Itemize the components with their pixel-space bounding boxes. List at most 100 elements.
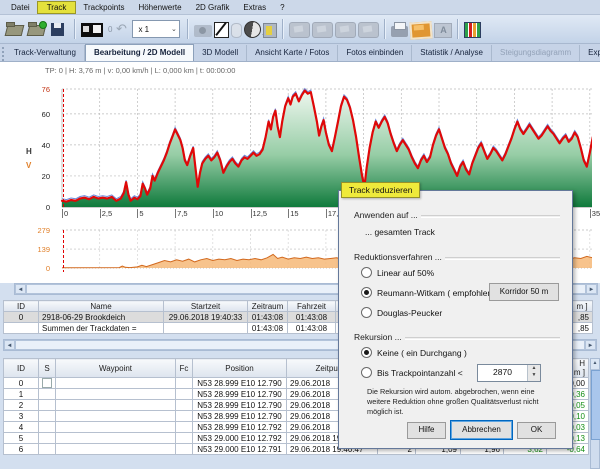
- track-tool-icon[interactable]: [81, 23, 103, 37]
- table-cell[interactable]: [176, 444, 193, 455]
- column-header[interactable]: Startzeit: [164, 301, 248, 312]
- duplicate-icon[interactable]: [358, 22, 379, 38]
- table-cell[interactable]: Summen der Trackdaten =: [39, 323, 164, 334]
- table-cell[interactable]: N53 29.000 E10 12.792: [193, 433, 287, 444]
- menu-item-2d-grafik[interactable]: 2D Grafik: [189, 2, 237, 13]
- scroll-left-icon[interactable]: ◄: [4, 340, 15, 350]
- chart-export-icon[interactable]: [464, 22, 481, 38]
- table-cell[interactable]: 2918-06-29 Brookdeich: [39, 312, 164, 323]
- table-cell[interactable]: [176, 378, 193, 389]
- korridor-button[interactable]: Korridor 50 m: [489, 283, 559, 301]
- column-header[interactable]: Zeitraum: [248, 301, 288, 312]
- column-header[interactable]: ID: [4, 359, 39, 378]
- radio-linear[interactable]: Linear auf 50%: [361, 267, 434, 278]
- print-icon[interactable]: [391, 26, 408, 37]
- cylinder-icon[interactable]: [231, 23, 242, 38]
- camera-icon[interactable]: [194, 25, 212, 37]
- radio-douglas[interactable]: Douglas-Peucker: [361, 307, 442, 318]
- tab-3d-modell[interactable]: 3D Modell: [194, 45, 247, 61]
- tab-steigungsdiagramm[interactable]: Steigungsdiagramm: [492, 45, 580, 61]
- table-cell[interactable]: 3: [4, 411, 39, 422]
- table-cell[interactable]: [56, 433, 176, 444]
- table-cell[interactable]: [56, 389, 176, 400]
- ok-button[interactable]: OK: [517, 422, 556, 439]
- selection-checkbox[interactable]: [42, 378, 52, 388]
- column-header[interactable]: Fc: [176, 359, 193, 378]
- table-vertical-scrollbar[interactable]: ▲: [590, 358, 600, 469]
- report-icon[interactable]: A: [434, 23, 452, 38]
- table-cell[interactable]: [56, 444, 176, 455]
- radio-selected-icon[interactable]: [361, 347, 372, 358]
- cut-icon[interactable]: [289, 22, 310, 38]
- photos-icon[interactable]: [410, 21, 433, 39]
- open-file-icon[interactable]: [5, 21, 25, 38]
- tab-ansicht-karte-fotos[interactable]: Ansicht Karte / Fotos: [247, 45, 338, 61]
- table-cell[interactable]: 5: [4, 433, 39, 444]
- column-header[interactable]: Fahrzeit: [288, 301, 336, 312]
- globe-icon[interactable]: [244, 21, 261, 38]
- table-cell[interactable]: N53 28.999 E10 12.790: [193, 389, 287, 400]
- menu-item-?[interactable]: ?: [273, 2, 291, 13]
- table-cell[interactable]: 0: [4, 378, 39, 389]
- table-cell[interactable]: [176, 400, 193, 411]
- table-cell[interactable]: 1: [4, 389, 39, 400]
- table-cell[interactable]: [176, 389, 193, 400]
- table-cell[interactable]: [4, 323, 39, 334]
- zoom-select[interactable]: x 1 ⌄: [132, 20, 180, 38]
- radio-icon[interactable]: [361, 267, 372, 278]
- table-cell[interactable]: [56, 400, 176, 411]
- table-cell[interactable]: 0: [4, 312, 39, 323]
- tab-bearbeitung-2d-modell[interactable]: Bearbeitung / 2D Modell: [85, 44, 194, 61]
- column-header[interactable]: ID: [4, 301, 39, 312]
- table-cell[interactable]: [39, 411, 56, 422]
- tab-track-verwaltung[interactable]: Track-Verwaltung: [6, 45, 85, 61]
- table-cell[interactable]: [39, 400, 56, 411]
- menu-item-extras[interactable]: Extras: [236, 2, 273, 13]
- column-header[interactable]: Position: [193, 359, 287, 378]
- radio-none[interactable]: Keine ( ein Durchgang ): [361, 347, 467, 358]
- help-button[interactable]: Hilfe: [407, 422, 446, 439]
- scroll-up-icon[interactable]: ▲: [591, 359, 599, 370]
- radio-icon[interactable]: [361, 367, 372, 378]
- table-cell[interactable]: N53 29.000 E10 12.791: [193, 444, 287, 455]
- column-header[interactable]: S: [39, 359, 56, 378]
- tab-fotos-einbinden[interactable]: Fotos einbinden: [338, 45, 412, 61]
- scroll-right-icon[interactable]: ►: [586, 284, 597, 294]
- trash-icon[interactable]: [263, 23, 277, 38]
- table-cell[interactable]: 4: [4, 422, 39, 433]
- trackpoint-count-spinner[interactable]: 2870 ▲▼: [477, 364, 541, 382]
- table-cell[interactable]: N53 28.999 E10 12.790: [193, 400, 287, 411]
- table-cell[interactable]: N53 28.999 E10 12.790: [193, 378, 287, 389]
- radio-until[interactable]: Bis Trackpointanzahl <: [361, 367, 463, 378]
- menu-item-track[interactable]: Track: [37, 1, 77, 14]
- column-header[interactable]: Waypoint: [56, 359, 176, 378]
- table-cell[interactable]: [176, 411, 193, 422]
- tab-statistik-analyse[interactable]: Statistik / Analyse: [412, 45, 492, 61]
- radio-reumann[interactable]: Reumann-Witkam ( empfohlen ): [361, 287, 497, 298]
- table-cell[interactable]: [56, 422, 176, 433]
- save-icon[interactable]: [49, 21, 69, 38]
- menu-item-h-henwerte[interactable]: Höhenwerte: [131, 2, 188, 13]
- table-cell[interactable]: 6: [4, 444, 39, 455]
- table-cell[interactable]: ,85: [572, 312, 593, 323]
- table-cell[interactable]: [176, 433, 193, 444]
- table-cell[interactable]: ,85: [572, 323, 593, 334]
- table-cell[interactable]: [39, 389, 56, 400]
- table-cell[interactable]: [164, 323, 248, 334]
- import-file-icon[interactable]: [27, 21, 47, 38]
- table-cell[interactable]: 01:43:08: [248, 312, 288, 323]
- table-cell[interactable]: 29.06.2018 19:40:33: [164, 312, 248, 323]
- column-header[interactable]: m ]: [572, 301, 593, 312]
- table-cell[interactable]: [39, 444, 56, 455]
- undo-icon[interactable]: ↶: [114, 21, 128, 38]
- scroll-right-icon[interactable]: ►: [585, 340, 596, 350]
- copy-icon[interactable]: [312, 22, 333, 38]
- table-cell[interactable]: N53 28.999 E10 12.790: [193, 411, 287, 422]
- table-cell[interactable]: [56, 378, 176, 389]
- table-cell[interactable]: 01:43:08: [248, 323, 288, 334]
- paste-icon[interactable]: [335, 22, 356, 38]
- table-cell[interactable]: [39, 433, 56, 444]
- table-cell[interactable]: [176, 422, 193, 433]
- table-cell[interactable]: N53 28.999 E10 12.792: [193, 422, 287, 433]
- table-cell[interactable]: 01:43:08: [288, 312, 336, 323]
